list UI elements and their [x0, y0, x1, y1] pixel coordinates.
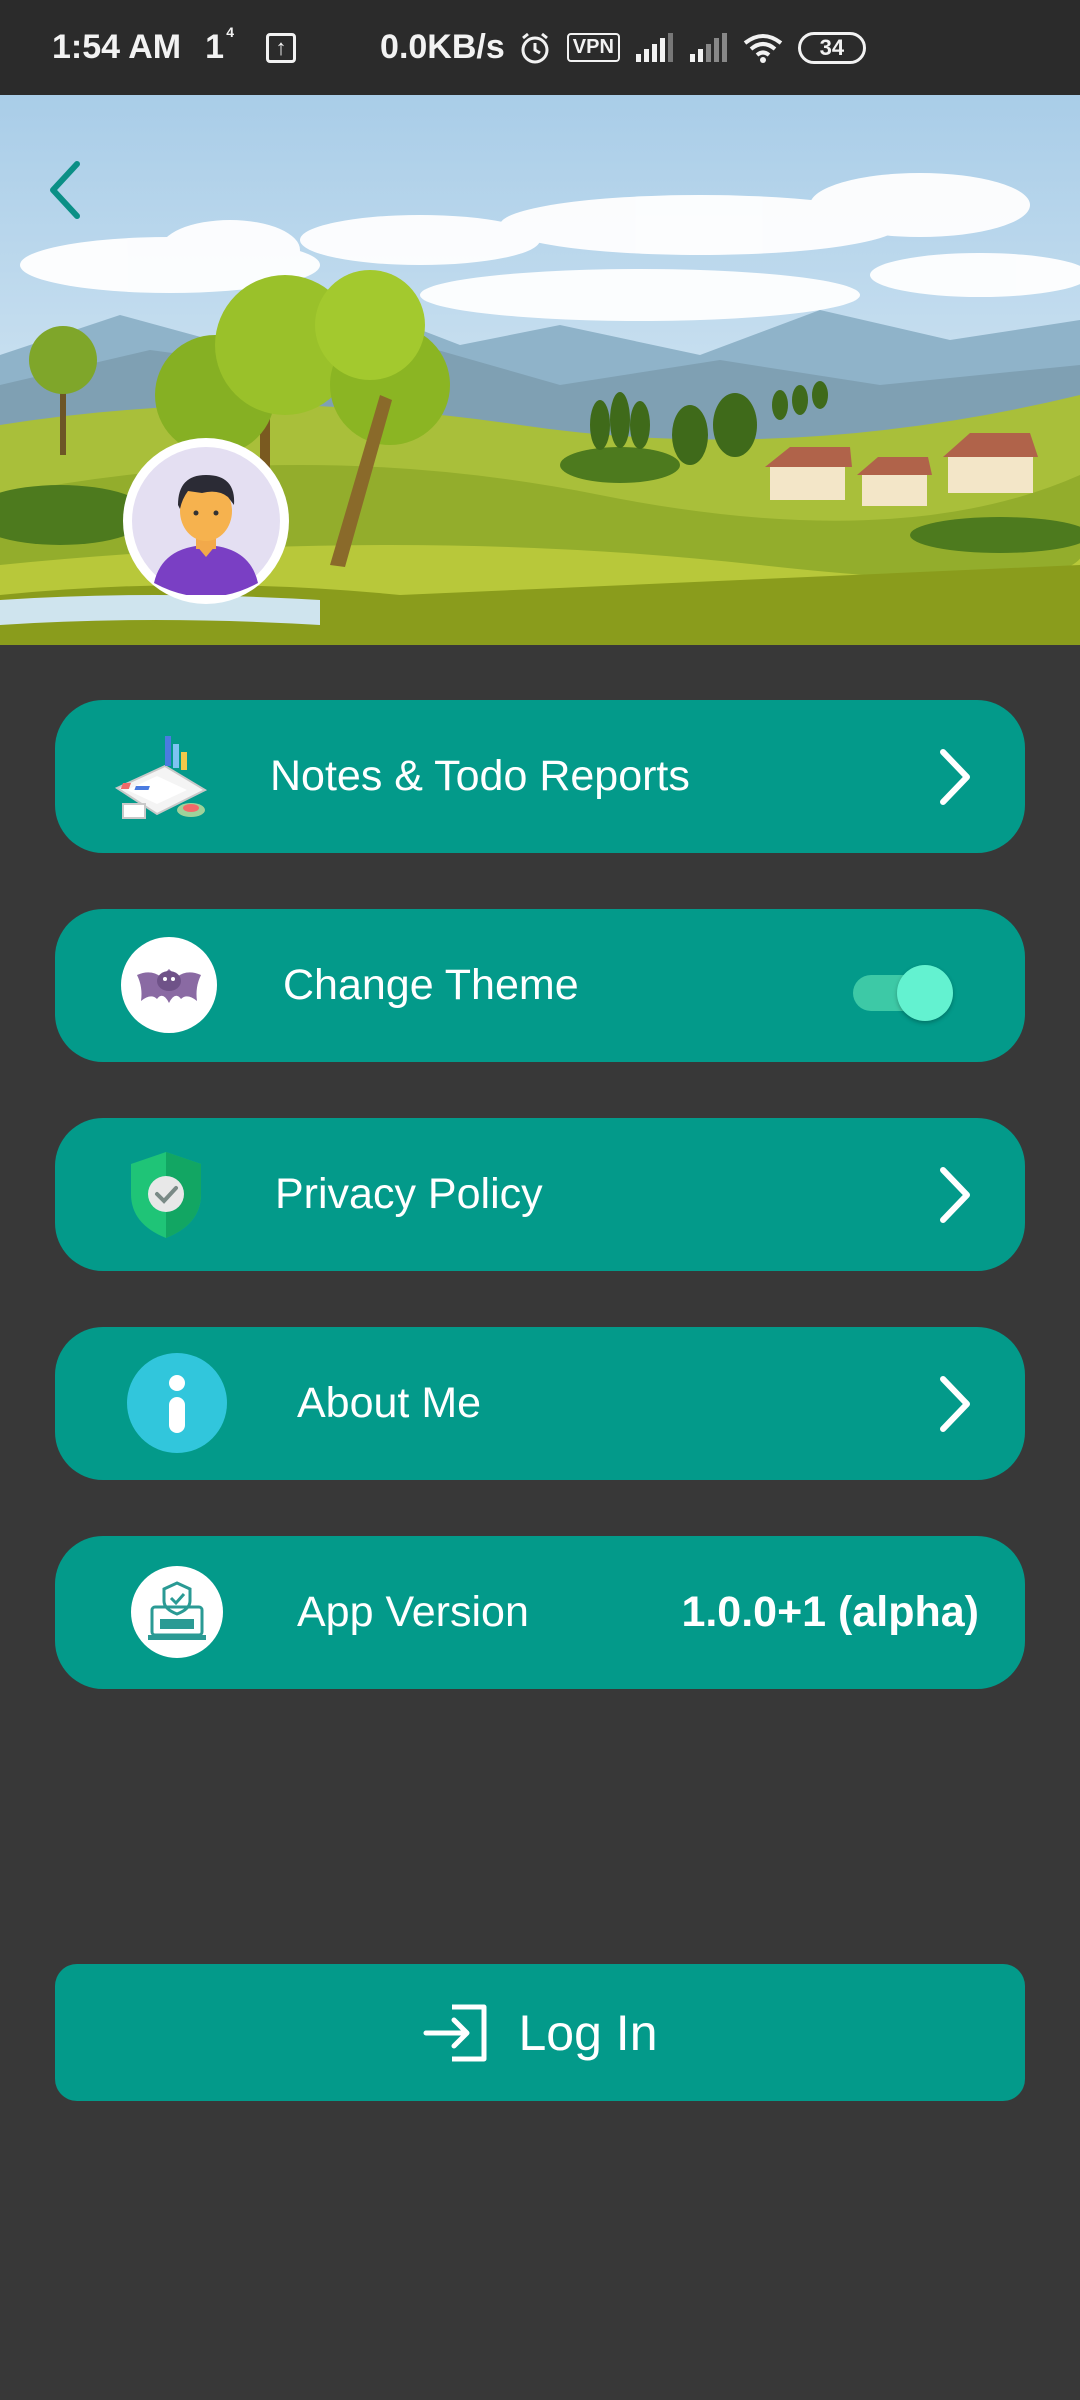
battery-level: 34 — [819, 34, 845, 60]
chevron-right-icon — [940, 1376, 970, 1432]
privacy-label: Privacy Policy — [275, 1170, 543, 1218]
beta-badge-icon — [131, 1566, 223, 1658]
status-icons: VPN 34 — [517, 30, 866, 66]
login-button[interactable]: Log In — [55, 1964, 1025, 2101]
version-label: App Version — [297, 1588, 529, 1636]
status-indicator-sup: 4 — [226, 24, 235, 40]
reports-icon — [107, 728, 211, 828]
chevron-right-icon — [940, 1167, 970, 1223]
login-label: Log In — [518, 2004, 658, 2061]
menu-item-about[interactable]: About Me — [55, 1327, 1025, 1480]
theme-toggle[interactable] — [853, 959, 953, 1021]
login-icon — [423, 2004, 487, 2061]
status-indicator-value: 1 — [205, 28, 225, 66]
net-speed: 0.0KB/s — [380, 28, 505, 66]
about-label: About Me — [297, 1379, 482, 1427]
battery-icon: 34 — [797, 31, 866, 64]
status-indicator: 14 — [205, 24, 234, 67]
status-bar: 1:54 AM 14 ↑ 0.0KB/s VPN 34 — [0, 0, 1080, 95]
chevron-right-icon — [940, 749, 970, 805]
wifi-icon — [743, 33, 783, 63]
info-icon — [127, 1353, 227, 1453]
toggle-thumb — [897, 965, 953, 1021]
version-value: 1.0.0+1 (alpha) — [681, 1588, 979, 1636]
menu-item-privacy[interactable]: Privacy Policy — [55, 1118, 1025, 1271]
upload-icon: ↑ — [266, 32, 297, 63]
signal-icon — [635, 32, 673, 62]
status-time: 1:54 AM — [52, 28, 182, 66]
theme-label: Change Theme — [283, 961, 579, 1009]
menu-item-reports[interactable]: Notes & Todo Reports — [55, 700, 1025, 853]
menu-item-version: App Version 1.0.0+1 (alpha) — [55, 1536, 1025, 1689]
chevron-left-icon — [50, 161, 80, 219]
user-avatar-icon — [132, 447, 280, 595]
reports-label: Notes & Todo Reports — [270, 752, 690, 800]
shield-check-icon — [125, 1148, 207, 1242]
avatar[interactable] — [123, 438, 289, 604]
header-banner — [0, 95, 1080, 645]
alarm-icon — [521, 32, 549, 63]
vpn-icon: VPN — [566, 33, 620, 62]
bat-icon — [121, 937, 217, 1033]
menu-item-theme[interactable]: Change Theme — [55, 909, 1025, 1062]
signal-2-icon — [689, 32, 727, 62]
back-button[interactable] — [30, 155, 100, 225]
